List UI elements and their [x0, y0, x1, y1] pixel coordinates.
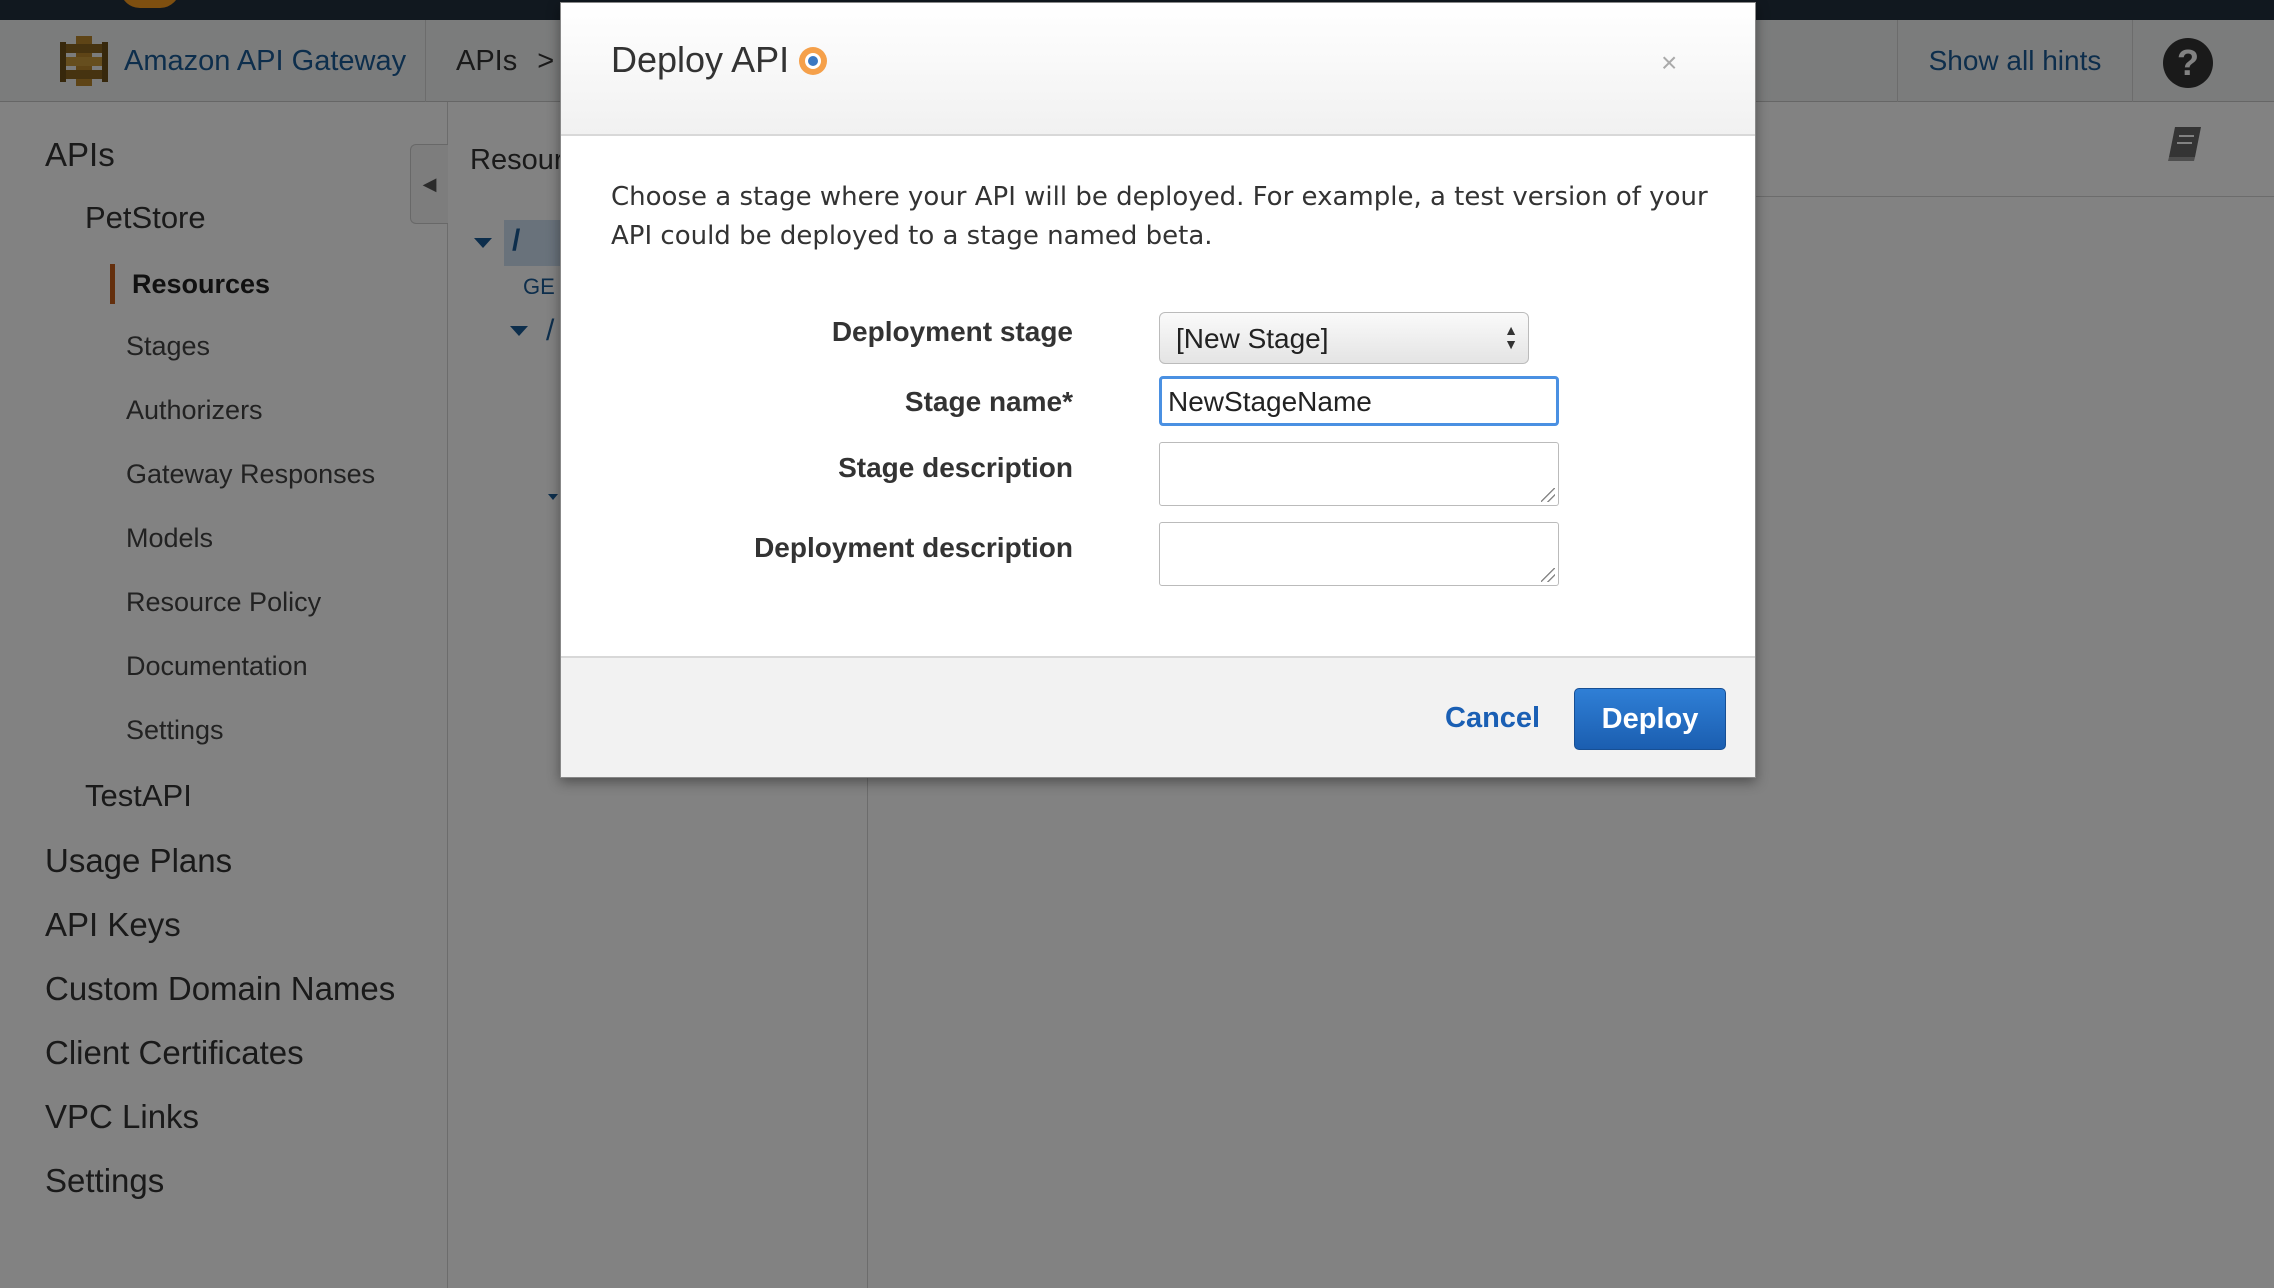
deploy-api-dialog: Deploy API × Choose a stage where your A…	[560, 2, 1756, 778]
stage-name-input[interactable]: NewStageName	[1159, 376, 1559, 426]
close-icon[interactable]: ×	[1661, 47, 1677, 79]
deployment-stage-select[interactable]: [New Stage] ▲ ▼	[1159, 312, 1529, 364]
deploy-button[interactable]: Deploy	[1574, 688, 1726, 750]
resize-grip-icon[interactable]	[1541, 568, 1555, 582]
dialog-header: Deploy API ×	[561, 3, 1755, 136]
deployment-stage-value: [New Stage]	[1176, 323, 1329, 354]
stage-description-textarea[interactable]	[1159, 442, 1559, 506]
stage-name-value: NewStageName	[1168, 386, 1372, 417]
resize-grip-icon[interactable]	[1541, 488, 1555, 502]
dialog-body: Choose a stage where your API will be de…	[561, 136, 1755, 656]
stage-description-label: Stage description	[838, 452, 1073, 483]
cancel-button[interactable]: Cancel	[1445, 702, 1540, 735]
dialog-intro-text: Choose a stage where your API will be de…	[611, 182, 1708, 251]
select-arrows-icon: ▲ ▼	[1504, 322, 1518, 352]
deployment-stage-label: Deployment stage	[831, 316, 1073, 347]
dialog-footer: Cancel Deploy	[561, 656, 1755, 777]
deployment-description-textarea[interactable]	[1159, 522, 1559, 586]
stage-name-label: Stage name*	[904, 386, 1073, 417]
info-icon[interactable]	[798, 46, 828, 76]
deployment-description-label: Deployment description	[754, 532, 1073, 563]
dialog-title: Deploy API	[611, 39, 790, 80]
